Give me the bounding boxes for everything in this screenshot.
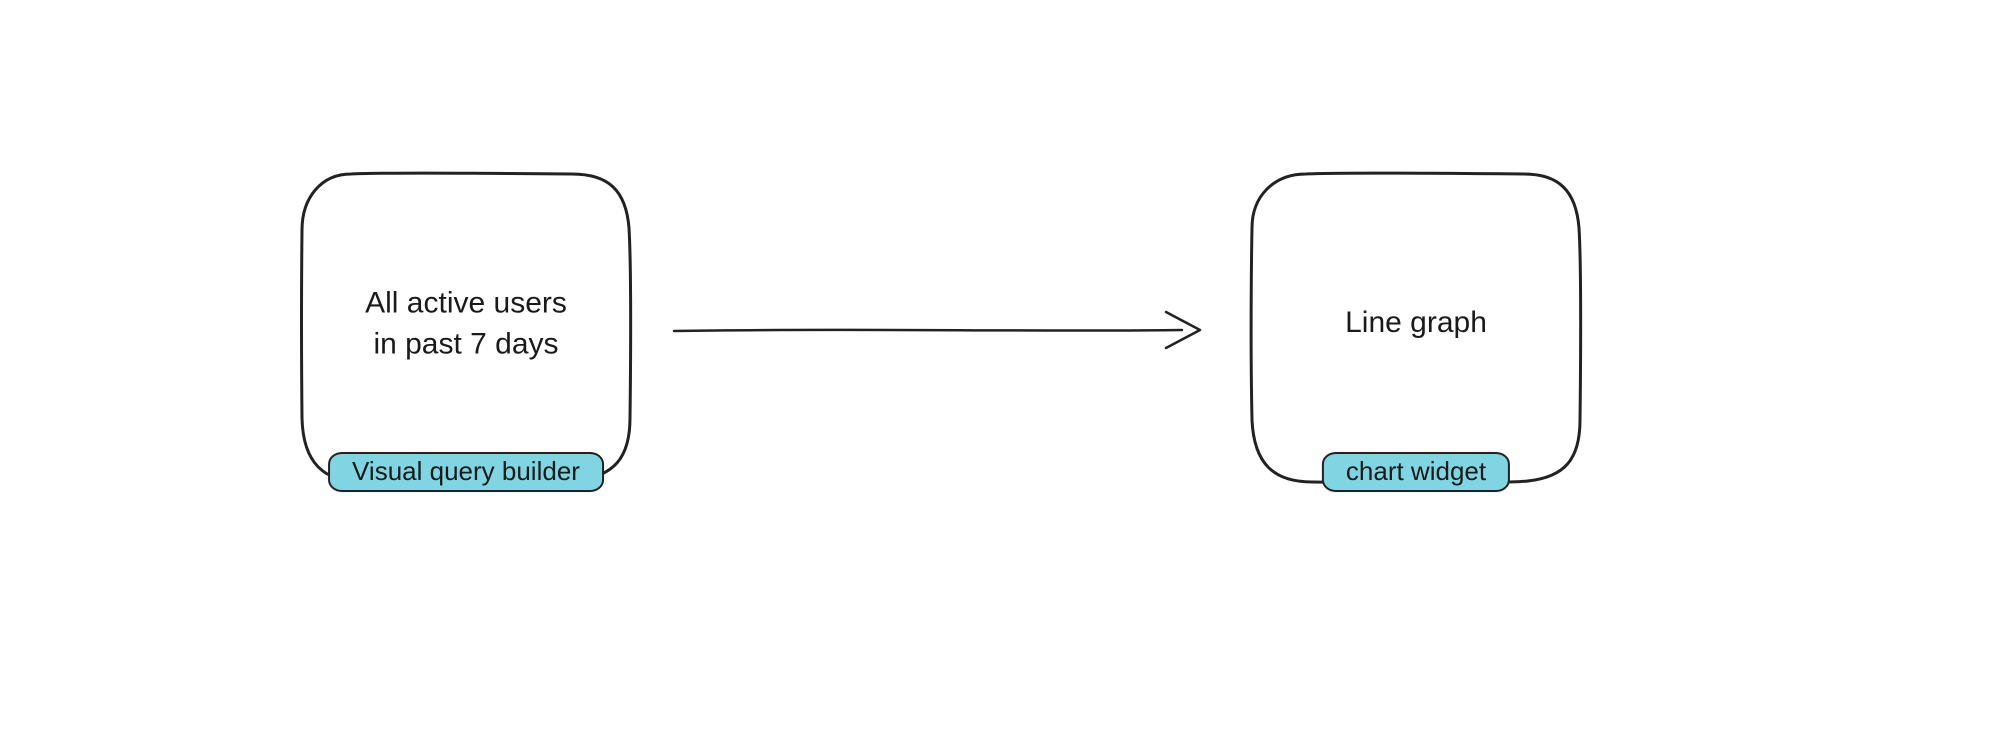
query-builder-tag: Visual query builder xyxy=(328,452,604,492)
query-builder-text: All active users in past 7 days xyxy=(296,283,636,364)
flow-arrow xyxy=(670,300,1210,360)
chart-widget-tag: chart widget xyxy=(1322,452,1510,492)
query-builder-node: All active users in past 7 days Visual q… xyxy=(296,168,636,488)
arrow-icon xyxy=(670,300,1210,360)
chart-widget-node: Line graph chart widget xyxy=(1246,168,1586,488)
diagram-canvas: All active users in past 7 days Visual q… xyxy=(0,0,2000,751)
chart-widget-text: Line graph xyxy=(1246,303,1586,344)
